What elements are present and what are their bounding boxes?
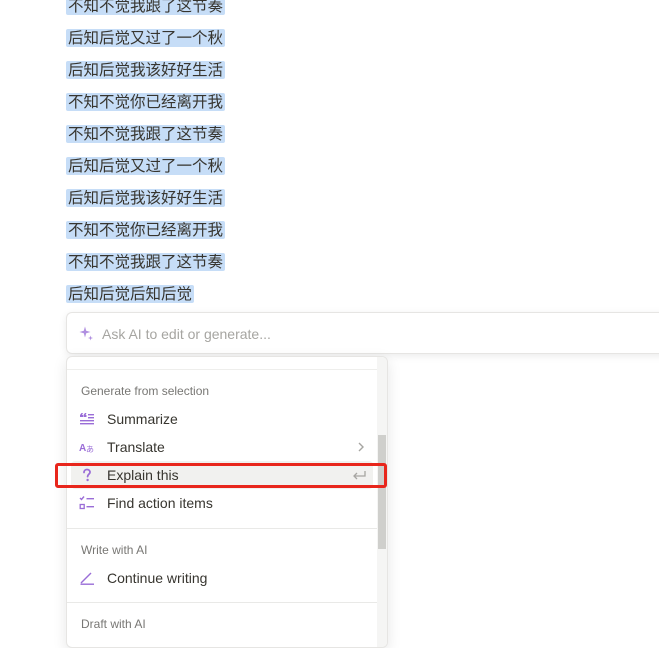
- text-line-content: 后知后觉后知后觉: [66, 285, 195, 303]
- menu-divider: [67, 528, 377, 529]
- text-line[interactable]: 不知不觉我跟了这节奏: [66, 0, 226, 19]
- svg-text:あ: あ: [86, 445, 94, 454]
- ai-prompt-input[interactable]: [100, 322, 624, 346]
- scrollbar-thumb[interactable]: [378, 435, 386, 549]
- menu-item-continue-writing[interactable]: Continue writing: [71, 564, 373, 592]
- summarize-icon: [80, 413, 94, 425]
- menu-item-label: Continue writing: [107, 570, 208, 586]
- text-line[interactable]: 后知后觉后知后觉: [66, 281, 195, 307]
- menu-item-label: Translate: [107, 439, 165, 455]
- menu-item-label: Find action items: [107, 495, 213, 511]
- text-line-content: 不知不觉我跟了这节奏: [66, 253, 226, 271]
- text-line[interactable]: 后知后觉又过了一个秋: [66, 25, 226, 51]
- pen-icon: [80, 572, 94, 585]
- section-label-write: Write with AI: [81, 543, 148, 557]
- text-line[interactable]: 不知不觉我跟了这节奏: [66, 121, 226, 147]
- text-line[interactable]: 后知后觉我该好好生活: [66, 185, 226, 211]
- menu-item-summarize[interactable]: Summarize: [71, 405, 373, 433]
- text-line[interactable]: 后知后觉我该好好生活: [66, 57, 226, 83]
- text-line[interactable]: 不知不觉你已经离开我: [66, 89, 226, 115]
- text-line-content: 后知后觉我该好好生活: [66, 61, 226, 79]
- menu-item-translate[interactable]: A あ Translate: [71, 433, 373, 461]
- text-line-content: 不知不觉你已经离开我: [66, 221, 226, 239]
- section-label-generate: Generate from selection: [81, 384, 210, 398]
- ai-prompt-bar[interactable]: [66, 312, 659, 354]
- text-line[interactable]: 不知不觉我跟了这节奏: [66, 249, 226, 275]
- text-line-content: 不知不觉我跟了这节奏: [66, 0, 226, 15]
- text-line[interactable]: 后知后觉又过了一个秋: [66, 153, 226, 179]
- text-line-content: 后知后觉我该好好生活: [66, 189, 226, 207]
- menu-item-label: Summarize: [107, 411, 178, 427]
- text-line-content: 不知不觉我跟了这节奏: [66, 125, 226, 143]
- text-line-content: 不知不觉你已经离开我: [66, 93, 226, 111]
- annotation-highlight-box: [55, 463, 387, 488]
- checklist-icon: [79, 496, 94, 510]
- translate-icon: A あ: [79, 443, 94, 454]
- document-body: 不知不觉我跟了这节奏 后知后觉又过了一个秋 后知后觉我该好好生活 不知不觉你已经…: [0, 0, 659, 310]
- text-line-content: 后知后觉又过了一个秋: [66, 29, 226, 47]
- menu-scrollbar[interactable]: [377, 357, 387, 647]
- chevron-right-icon: [358, 442, 364, 452]
- menu-item-find-action-items[interactable]: Find action items: [71, 489, 373, 517]
- section-label-draft: Draft with AI: [81, 617, 146, 631]
- text-line[interactable]: 不知不觉你已经离开我: [66, 217, 226, 243]
- sparkle-icon: [79, 326, 93, 341]
- text-line-content: 后知后觉又过了一个秋: [66, 157, 226, 175]
- ai-command-menu: Generate from selection Summarize A あ Tr…: [66, 356, 388, 648]
- menu-top-divider: [67, 369, 377, 370]
- menu-divider: [67, 602, 377, 603]
